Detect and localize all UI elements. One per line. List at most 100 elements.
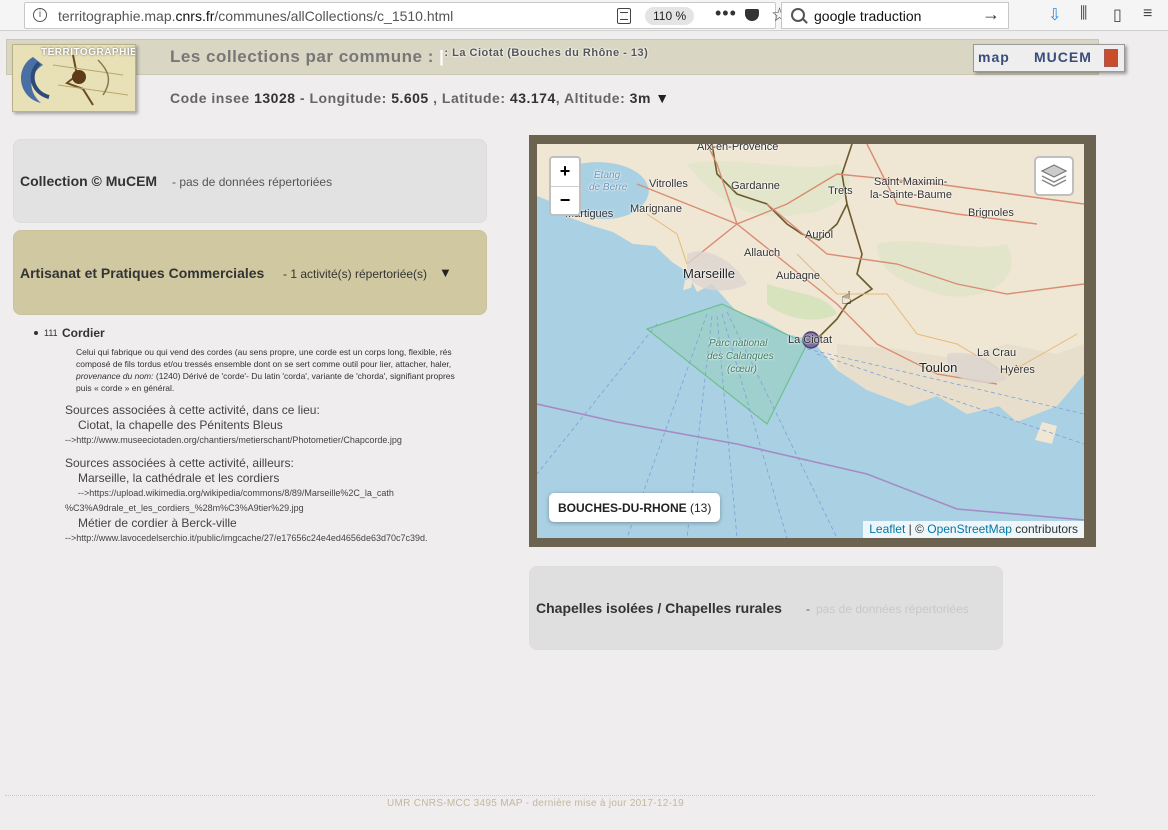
menu-icon[interactable]: ≡ bbox=[1143, 5, 1152, 23]
latitude-label: , Latitude: bbox=[433, 90, 506, 106]
title-prefix: Les collections par commune : bbox=[170, 47, 434, 66]
attribution-tail: contributors bbox=[1011, 522, 1078, 536]
collection-artisanat-card[interactable]: Artisanat et Pratiques Commerciales - 1 … bbox=[13, 230, 487, 315]
bullet bbox=[34, 331, 38, 335]
search-bar[interactable]: google traduction → bbox=[781, 2, 1009, 29]
partner-logos[interactable]: map MUCEM bbox=[973, 44, 1125, 72]
map-label-laciotat: La Ciotat bbox=[788, 334, 833, 346]
collection-artisanat-status: - 1 activité(s) répertoriée(s) bbox=[283, 267, 428, 281]
url-path: /communes/allCollections/c_1510.html bbox=[214, 8, 454, 24]
source-title: Métier de cordier à Berck-ville bbox=[78, 516, 237, 530]
source-link-continued[interactable]: %C3%A9drale_et_les_cordiers_%28m%C3%A9ti… bbox=[65, 503, 304, 513]
map-label-brignoles: Brignoles bbox=[968, 207, 1014, 219]
browser-toolbar: i territographie.map.cnrs.fr/communes/al… bbox=[0, 0, 1168, 31]
map-label-etang2: de Berre bbox=[589, 182, 628, 193]
collection-chapelles-card[interactable]: Chapelles isolées / Chapelles rurales - … bbox=[529, 566, 1003, 650]
library-icon[interactable]: ⫼ bbox=[1080, 5, 1087, 23]
map-label-trets: Trets bbox=[828, 185, 853, 197]
map-label-stmax1: Saint-Maximin- bbox=[874, 176, 948, 188]
title-place: : La Ciotat (Bouches du Rhône - 13) bbox=[444, 47, 649, 59]
map-label-stmax2: la-Sainte-Baume bbox=[870, 189, 952, 201]
search-go-arrow-icon[interactable]: → bbox=[982, 4, 1000, 25]
map-label-park2: des Calanques bbox=[707, 351, 774, 362]
collection-chapelles-status: pas de données répertoriées bbox=[816, 602, 969, 616]
territographie-logo[interactable]: TERRITOGRAPHIE bbox=[12, 44, 136, 112]
url-prefix: territographie.map. bbox=[58, 8, 176, 24]
longitude-value: 5.605 bbox=[391, 90, 429, 106]
map-label-park3: (cœur) bbox=[727, 364, 757, 375]
source-link[interactable]: -->http://www.lavocedelserchio.it/public… bbox=[65, 533, 428, 543]
map-label-allauch: Allauch bbox=[744, 247, 781, 259]
map-view[interactable]: Marseille Aix-en-Provence Étang de Berre… bbox=[537, 144, 1084, 538]
description-line: puis « corde » en général. bbox=[76, 383, 175, 393]
zoom-out-button[interactable]: − bbox=[551, 187, 579, 215]
insee-label: Code insee bbox=[170, 90, 250, 106]
map-label-aubagne: Aubagne bbox=[776, 270, 821, 282]
sources-elsewhere-heading: Sources associées à cette activité, aill… bbox=[65, 456, 294, 470]
site-info-icon[interactable]: i bbox=[33, 8, 47, 22]
commune-info: Code insee 13028 - Longitude: 5.605 , La… bbox=[170, 90, 670, 106]
description-line: provenance du nom: (1240) Dérivé de 'cor… bbox=[76, 370, 494, 382]
search-query[interactable]: google traduction bbox=[814, 8, 921, 24]
leaflet-link[interactable]: Leaflet bbox=[869, 522, 905, 536]
zoom-indicator[interactable]: 110 % bbox=[645, 7, 695, 25]
source-link[interactable]: -->http://www.museeciotaden.org/chantier… bbox=[65, 435, 402, 445]
reader-view-icon[interactable] bbox=[617, 8, 631, 24]
layers-graphic bbox=[1040, 164, 1068, 187]
description-line: composé de fils tordus et/ou tressés ens… bbox=[76, 359, 452, 369]
map-label-toulon: Toulon bbox=[919, 360, 958, 375]
description-line: Celui qui fabrique ou qui vend des corde… bbox=[76, 347, 452, 357]
map-zoom-control: + − bbox=[549, 156, 581, 216]
collection-artisanat-toggle-icon[interactable]: ▼ bbox=[439, 265, 452, 280]
hand-cursor-icon: ☝ bbox=[841, 288, 852, 308]
department-tooltip: BOUCHES-DU-RHONE (13) bbox=[549, 493, 721, 522]
insee-value: 13028 bbox=[254, 90, 296, 106]
map-label-gardanne: Gardanne bbox=[731, 180, 780, 192]
department-name: BOUCHES-DU-RHONE bbox=[558, 501, 687, 515]
footer-divider bbox=[5, 795, 1095, 796]
latitude-value: 43.174 bbox=[509, 90, 556, 106]
map-label-marseille: Marseille bbox=[683, 266, 736, 281]
source-title: Ciotat, la chapelle des Pénitents Bleus bbox=[78, 418, 283, 432]
collection-mucem-status: - pas de données répertoriées bbox=[172, 175, 333, 189]
map-logo: map bbox=[978, 49, 1010, 65]
map-label-park1: Parc national bbox=[709, 338, 768, 349]
altitude-value: 3m bbox=[629, 90, 651, 106]
map-label-etang1: Étang bbox=[594, 170, 621, 181]
footer-text: UMR CNRS-MCC 3495 MAP - dernière mise à … bbox=[387, 798, 684, 809]
activity-number: 111 bbox=[44, 328, 58, 338]
map-label-lacrau: La Crau bbox=[977, 347, 1017, 359]
source-link[interactable]: -->https://upload.wikimedia.org/wikipedi… bbox=[78, 488, 394, 498]
collection-artisanat-title: Artisanat et Pratiques Commerciales bbox=[20, 265, 265, 281]
address-bar[interactable]: i territographie.map.cnrs.fr/communes/al… bbox=[24, 2, 788, 29]
activity-description: Celui qui fabrique ou qui vend des corde… bbox=[76, 346, 494, 394]
collection-chapelles-dash: - bbox=[806, 602, 810, 616]
mucem-logo: MUCEM bbox=[1034, 49, 1092, 65]
downloads-icon[interactable]: ⇩ bbox=[1048, 5, 1061, 25]
url-text[interactable]: territographie.map.cnrs.fr/communes/allC… bbox=[58, 8, 453, 24]
openstreetmap-link[interactable]: OpenStreetMap bbox=[927, 522, 1012, 536]
map-label-vitrolles: Vitrolles bbox=[649, 178, 688, 190]
provenance-text: (1240) Dérivé de 'corde'- Du latin 'cord… bbox=[153, 371, 455, 381]
map-attribution: Leaflet | © OpenStreetMap contributors bbox=[863, 521, 1084, 538]
page-actions-icon[interactable]: ••• bbox=[715, 3, 737, 24]
map-frame: Marseille Aix-en-Provence Étang de Berre… bbox=[529, 135, 1096, 547]
map-label-auriol: Auriol bbox=[805, 229, 834, 241]
info-toggle-arrow-icon[interactable]: ▼ bbox=[655, 90, 669, 106]
pocket-icon[interactable] bbox=[745, 9, 759, 21]
collection-chapelles-title: Chapelles isolées / Chapelles rurales bbox=[536, 600, 782, 616]
collection-mucem-card[interactable]: Collection © MuCEM - pas de données répe… bbox=[13, 139, 487, 223]
sidebar-icon[interactable]: ▯ bbox=[1113, 5, 1122, 25]
url-domain: cnrs.fr bbox=[175, 8, 215, 24]
activity-name: Cordier bbox=[62, 326, 105, 340]
map-label-aix: Aix-en-Provence bbox=[697, 144, 779, 153]
source-title: Marseille, la cathédrale et les cordiers bbox=[78, 471, 280, 485]
map-label-hyeres: Hyères bbox=[1000, 364, 1035, 376]
provenance-label: provenance du nom: bbox=[76, 371, 154, 381]
zoom-in-button[interactable]: + bbox=[551, 158, 579, 187]
attribution-separator: | © bbox=[905, 522, 928, 536]
logo-text: TERRITOGRAPHIE bbox=[41, 47, 136, 58]
altitude-label: , Altitude: bbox=[555, 90, 626, 106]
longitude-label: - Longitude: bbox=[299, 90, 387, 106]
layers-icon[interactable] bbox=[1034, 156, 1074, 196]
